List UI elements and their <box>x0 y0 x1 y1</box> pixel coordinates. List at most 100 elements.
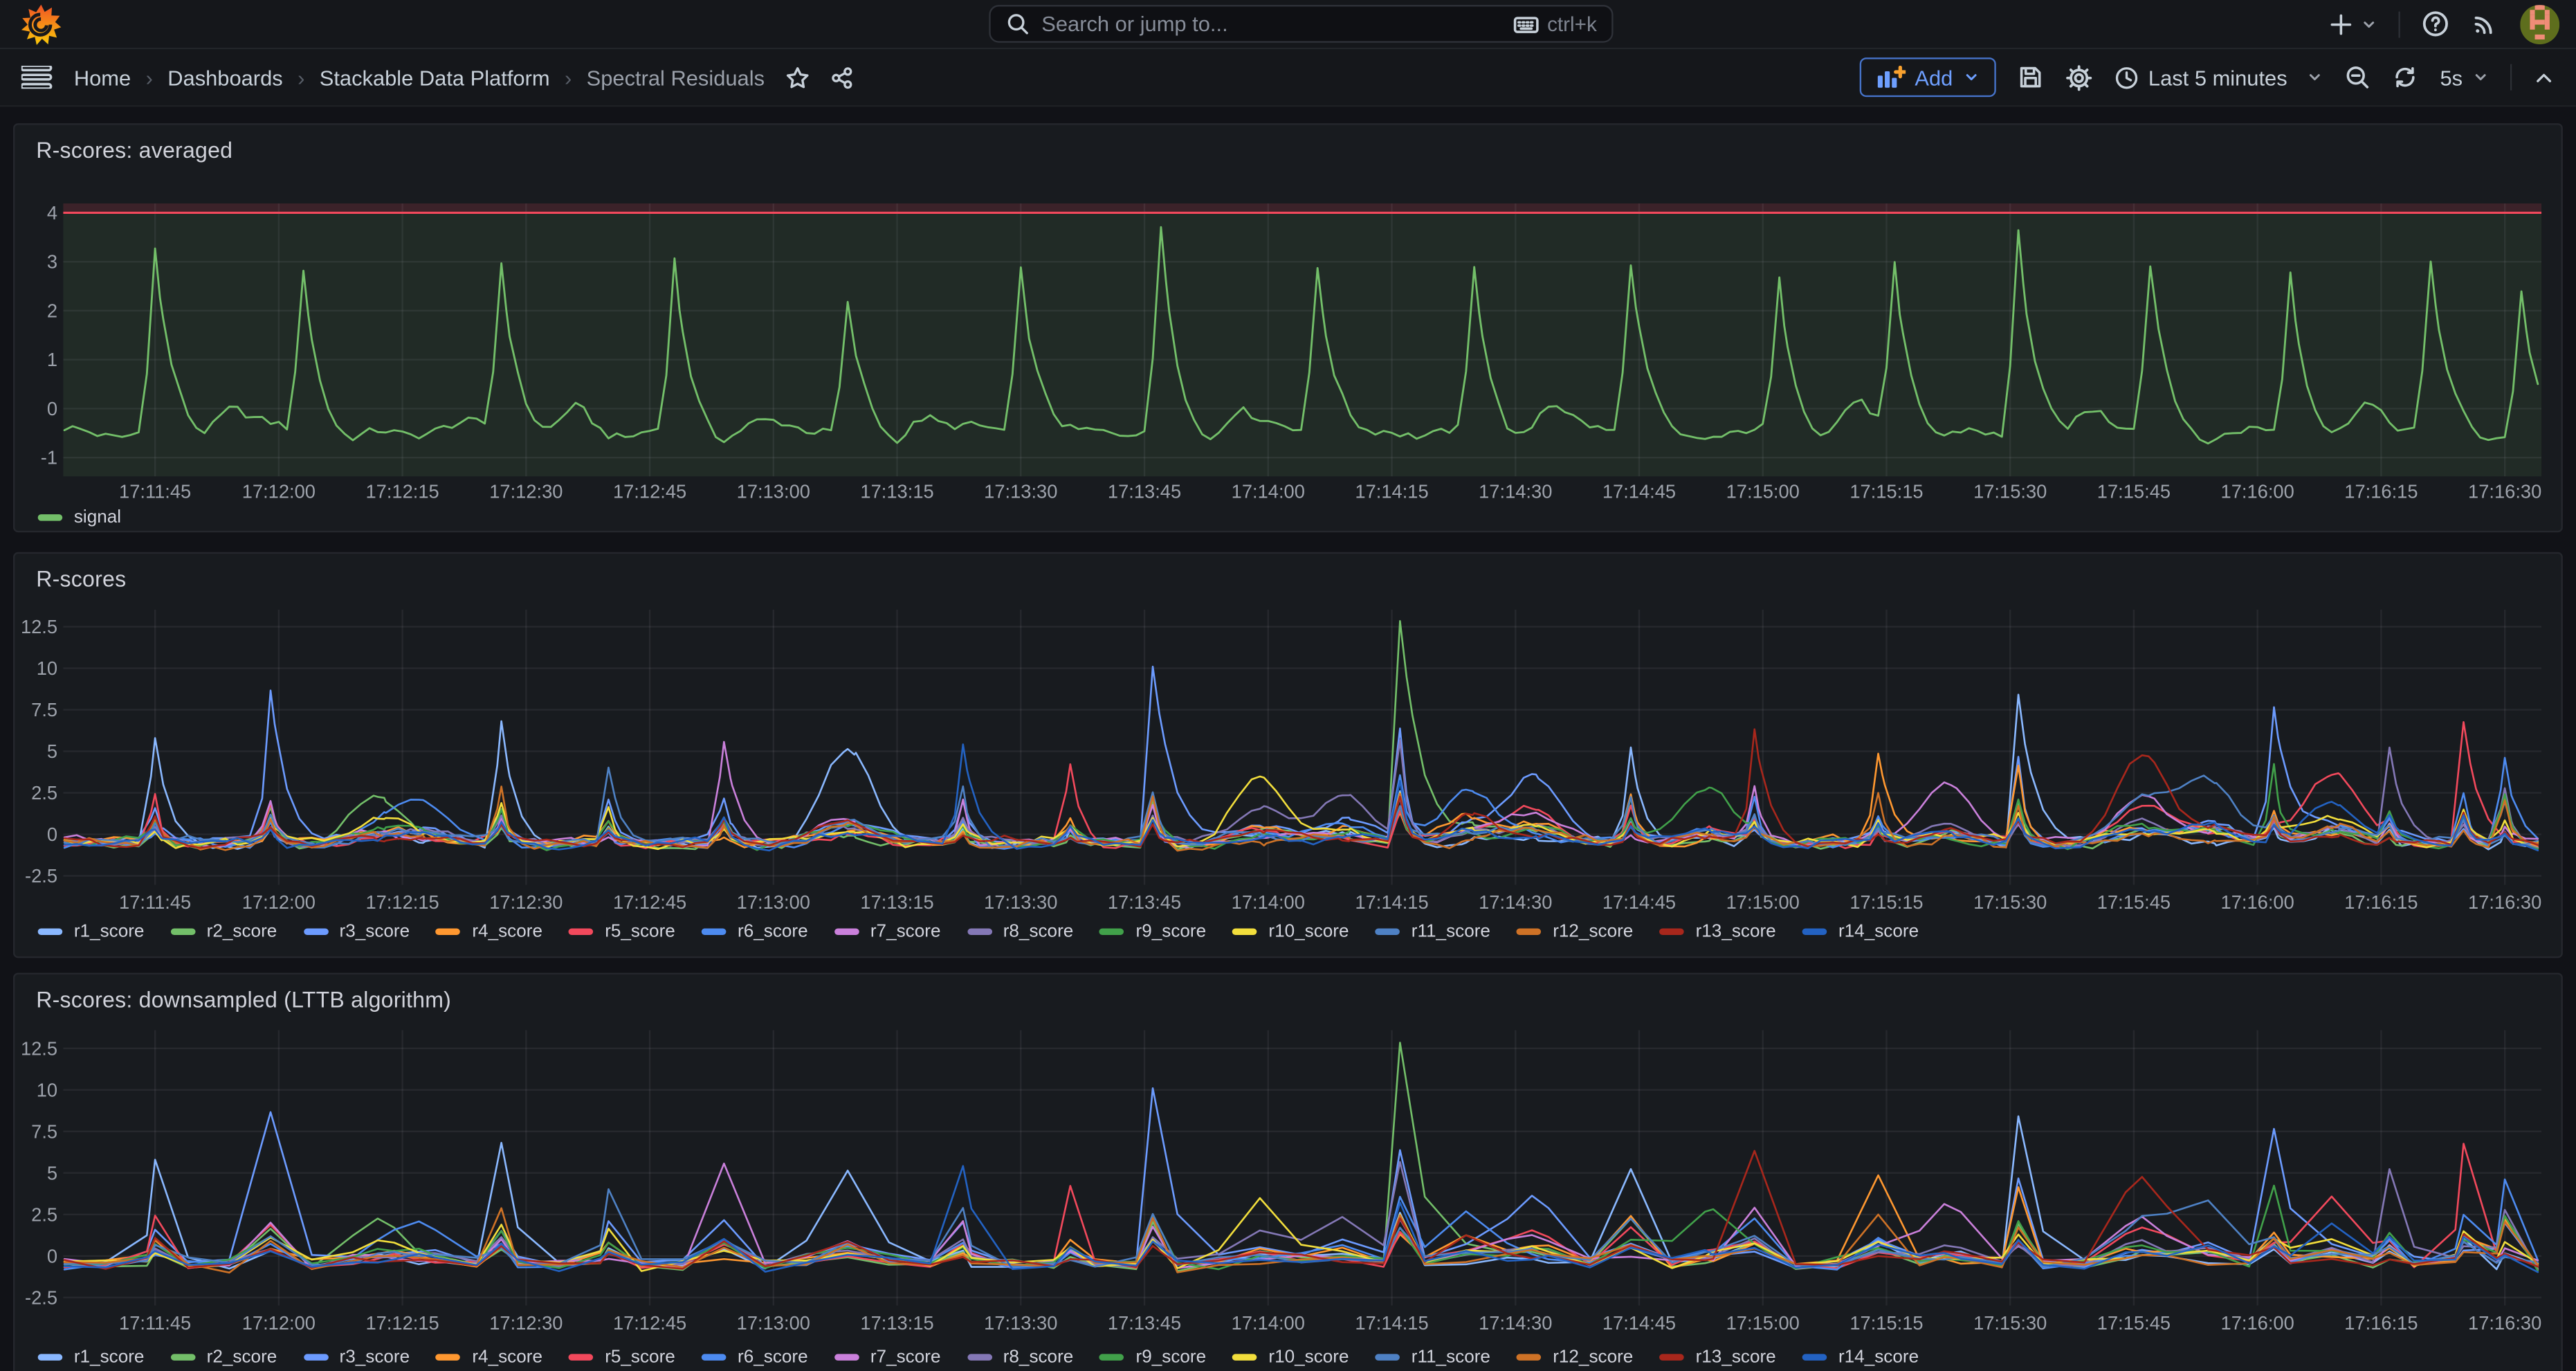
legend-item-r13_score[interactable]: r13_score <box>1659 1347 1775 1367</box>
toolbar-actions: Add Last 5 minutes <box>1859 57 2555 97</box>
legend-item-r7_score[interactable]: r7_score <box>834 1347 941 1367</box>
legend-swatch <box>170 928 195 936</box>
x-axis-tick-label: 17:14:45 <box>1602 891 1676 913</box>
x-axis-tick-label: 17:12:15 <box>365 480 439 502</box>
legend-item-r12_score[interactable]: r12_score <box>1517 922 1633 941</box>
x-axis-tick-label: 17:13:30 <box>984 891 1057 913</box>
x-axis-tick-label: 17:15:15 <box>1849 480 1923 502</box>
share-icon[interactable] <box>830 65 855 90</box>
legend-swatch <box>967 1354 992 1361</box>
chevron-down-icon <box>1963 69 1980 86</box>
legend-item-r2_score[interactable]: r2_score <box>170 922 277 941</box>
legend-item-r13_score[interactable]: r13_score <box>1659 922 1775 941</box>
x-axis-tick-label: 17:11:45 <box>119 480 191 502</box>
legend-item-r9_score[interactable]: r9_score <box>1099 1347 1206 1367</box>
gear-icon[interactable] <box>2065 63 2092 91</box>
help-icon[interactable] <box>2422 10 2449 37</box>
legend-item-r14_score[interactable]: r14_score <box>1802 1347 1919 1367</box>
x-axis-tick-label: 17:12:45 <box>613 480 686 502</box>
legend-label: r1_score <box>74 922 145 941</box>
legend-item-r11_score[interactable]: r11_score <box>1376 1347 1490 1367</box>
legend-item-r8_score[interactable]: r8_score <box>967 1347 1073 1367</box>
legend-item-r1_score[interactable]: r1_score <box>38 922 145 941</box>
legend-item-signal[interactable]: signal <box>38 508 121 527</box>
legend-item-r10_score[interactable]: r10_score <box>1232 1347 1349 1367</box>
new-menu-button[interactable] <box>2328 10 2377 37</box>
navbar-actions <box>2328 0 2559 48</box>
legend-item-r8_score[interactable]: r8_score <box>967 922 1073 941</box>
legend-item-r3_score[interactable]: r3_score <box>303 922 410 941</box>
y-axis-tick-label: 7.5 <box>31 699 57 720</box>
time-series-chart[interactable]: 17:11:4517:12:0017:12:1517:12:3017:12:45… <box>15 974 2561 1371</box>
x-axis-tick-label: 17:13:15 <box>860 1312 933 1334</box>
x-axis-tick-label: 17:14:00 <box>1232 891 1305 913</box>
legend-item-r6_score[interactable]: r6_score <box>702 922 808 941</box>
legend-item-r7_score[interactable]: r7_score <box>834 922 941 941</box>
legend-label: r8_score <box>1003 922 1074 941</box>
time-series-chart[interactable]: 17:11:4517:12:0017:12:1517:12:3017:12:45… <box>15 125 2561 530</box>
legend-item-r6_score[interactable]: r6_score <box>702 1347 808 1367</box>
x-axis-tick-label: 17:16:00 <box>2221 1312 2294 1334</box>
legend-item-r4_score[interactable]: r4_score <box>436 922 542 941</box>
legend-item-r12_score[interactable]: r12_score <box>1517 1347 1633 1367</box>
legend-swatch <box>1517 1354 1542 1361</box>
x-axis-tick-label: 17:14:15 <box>1355 891 1428 913</box>
legend-item-r10_score[interactable]: r10_score <box>1232 922 1349 941</box>
save-icon[interactable] <box>2017 64 2043 91</box>
avatar[interactable] <box>2520 4 2559 44</box>
refresh-icon[interactable] <box>2393 64 2419 91</box>
legend-item-r4_score[interactable]: r4_score <box>436 1347 542 1367</box>
time-range-picker[interactable]: Last 5 minutes <box>2114 65 2323 90</box>
legend-item-r11_score[interactable]: r11_score <box>1376 922 1490 941</box>
y-axis-tick-label: 5 <box>47 741 57 762</box>
x-axis-tick-label: 17:12:00 <box>242 1312 316 1334</box>
time-series-chart[interactable]: 17:11:4517:12:0017:12:1517:12:3017:12:45… <box>15 554 2561 956</box>
legend-label: r6_score <box>738 922 808 941</box>
refresh-interval-picker[interactable]: 5s <box>2440 65 2489 90</box>
x-axis-tick-label: 17:12:30 <box>489 480 563 502</box>
legend-item-r1_score[interactable]: r1_score <box>38 1347 145 1367</box>
legend-label: r12_score <box>1553 1347 1633 1367</box>
x-axis-tick-label: 17:12:15 <box>365 891 439 913</box>
legend-item-r3_score[interactable]: r3_score <box>303 1347 410 1367</box>
legend-swatch <box>303 928 328 936</box>
series-line <box>64 1088 2538 1268</box>
x-axis-tick-label: 17:12:45 <box>613 1312 686 1334</box>
y-axis-tick-label: 0 <box>47 398 57 419</box>
legend-item-r2_score[interactable]: r2_score <box>170 1347 277 1367</box>
grafana-logo-icon[interactable] <box>19 3 62 46</box>
menu-icon[interactable] <box>21 66 54 89</box>
legend-item-r9_score[interactable]: r9_score <box>1099 922 1206 941</box>
chevron-up-icon[interactable] <box>2533 66 2555 88</box>
legend-swatch <box>303 1354 328 1361</box>
x-axis-tick-label: 17:13:30 <box>984 1312 1057 1334</box>
x-axis-tick-label: 17:12:30 <box>489 891 563 913</box>
breadcrumb-dashboards[interactable]: Dashboards <box>167 65 282 90</box>
x-axis-tick-label: 17:14:00 <box>1232 1312 1305 1334</box>
x-axis-tick-label: 17:15:00 <box>1726 480 1800 502</box>
news-icon[interactable] <box>2471 10 2499 37</box>
breadcrumb: Home › Dashboards › Stackable Data Platf… <box>74 65 855 90</box>
search-input[interactable]: Search or jump to... ctrl+k <box>989 5 1613 43</box>
x-axis-tick-label: 17:13:30 <box>984 480 1057 502</box>
breadcrumb-home[interactable]: Home <box>74 65 131 90</box>
x-axis-tick-label: 17:16:15 <box>2344 480 2418 502</box>
x-axis-tick-label: 17:11:45 <box>119 891 191 913</box>
x-axis-tick-label: 17:14:30 <box>1479 891 1552 913</box>
y-axis-tick-label: -1 <box>41 447 57 469</box>
search-icon <box>1005 12 1030 37</box>
add-panel-button[interactable]: Add <box>1859 57 1995 97</box>
legend-item-r5_score[interactable]: r5_score <box>569 922 675 941</box>
y-axis-tick-label: 2 <box>47 300 57 321</box>
legend-label: r7_score <box>870 922 941 941</box>
legend-item-r14_score[interactable]: r14_score <box>1802 922 1919 941</box>
legend-swatch <box>1232 1354 1257 1361</box>
legend-label: r12_score <box>1553 922 1633 941</box>
star-icon[interactable] <box>786 65 811 90</box>
breadcrumb-folder[interactable]: Stackable Data Platform <box>320 65 550 90</box>
chart-legend: r1_score r2_score r3_score r4_score r5_score… <box>38 1347 2548 1367</box>
zoom-out-icon[interactable] <box>2345 64 2371 91</box>
legend-item-r5_score[interactable]: r5_score <box>569 1347 675 1367</box>
x-axis-tick-label: 17:12:00 <box>242 891 316 913</box>
legend-swatch <box>569 928 594 936</box>
